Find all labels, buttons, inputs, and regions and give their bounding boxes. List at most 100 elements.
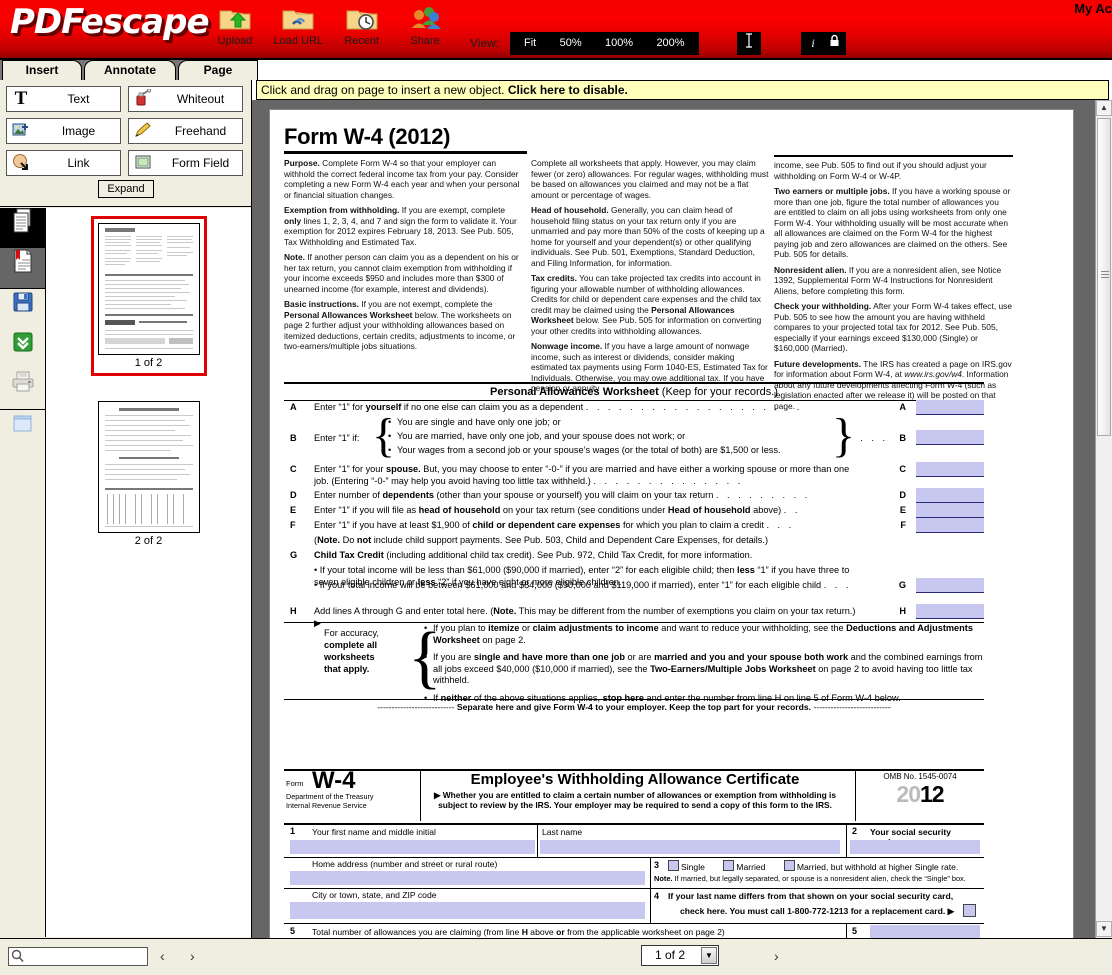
married-checkbox[interactable] <box>723 860 735 871</box>
worksheet-input[interactable] <box>916 518 984 533</box>
upload-button[interactable]: Upload <box>205 4 265 47</box>
thumbnail-item[interactable]: 2 of 2 <box>46 394 251 554</box>
top-toolbar: PDFescape Upload Load URL Recent Share V… <box>0 0 1112 60</box>
info-icon[interactable]: i <box>804 32 822 55</box>
thumbnail-caption-1: 1 of 2 <box>134 357 163 369</box>
name-differs-checkbox[interactable] <box>963 904 976 917</box>
chevron-down-icon[interactable]: ▼ <box>701 947 717 964</box>
ssn-input[interactable] <box>850 840 980 854</box>
city-label: City or town, state, and ZIP code <box>312 890 437 900</box>
year-prefix: 20 <box>896 781 921 807</box>
worksheet-input[interactable] <box>916 400 984 415</box>
expand-button[interactable]: Expand <box>98 180 154 198</box>
scroll-thumb[interactable] <box>1097 118 1111 436</box>
folder-link-icon <box>268 4 328 34</box>
married-higher-label: Married, but withhold at higher Single r… <box>796 862 959 872</box>
search-prev-button[interactable]: ‹ <box>160 948 165 964</box>
zoom-fit-button[interactable]: Fit <box>514 32 546 55</box>
accuracy-label: For accuracy, complete all worksheets that … <box>324 628 379 674</box>
page-selector[interactable]: 1 of 2 ▼ <box>641 945 719 966</box>
tab-annotate[interactable]: Annotate <box>84 60 176 80</box>
tab-page[interactable]: Page <box>178 60 258 80</box>
tab-insert[interactable]: Insert <box>2 60 82 80</box>
tool-form-field[interactable]: Form Field <box>128 150 243 176</box>
tool-text[interactable]: T Text <box>6 86 121 112</box>
next-page-button[interactable]: › <box>774 948 779 964</box>
pages-icon[interactable] <box>0 208 45 248</box>
paragraph: Check your withholding. After your Form … <box>774 301 1012 353</box>
worksheet-input[interactable] <box>916 462 984 477</box>
zoom-100-button[interactable]: 100% <box>595 32 643 55</box>
text-cursor-icon[interactable] <box>737 32 761 55</box>
recent-button[interactable]: Recent <box>332 4 392 47</box>
my-account-link[interactable]: My Ac <box>1074 1 1112 16</box>
line-4-text-1: If your last name differs from that show… <box>668 891 954 901</box>
allowances-input[interactable] <box>870 925 980 938</box>
accuracy-item: If you plan to itemize or claim adjustme… <box>424 623 984 646</box>
pencil-icon <box>132 121 154 141</box>
zoom-200-button[interactable]: 200% <box>646 32 694 55</box>
worksheet-input[interactable] <box>916 578 984 593</box>
row-letter-right: C <box>899 464 906 474</box>
bookmark-document-icon[interactable] <box>0 248 45 288</box>
tool-whiteout[interactable]: Whiteout <box>128 86 243 112</box>
link-hand-icon <box>10 153 32 173</box>
download-icon[interactable] <box>0 329 45 369</box>
load-url-label: Load URL <box>273 35 324 47</box>
app-logo: PDFescape <box>10 2 210 42</box>
zoom-50-button[interactable]: 50% <box>550 32 592 55</box>
page-thumbnails[interactable]: 1 of 2 2 of 2 <box>46 208 251 937</box>
form-word: Form <box>286 779 304 788</box>
worksheet-input[interactable] <box>916 488 984 503</box>
married-label: Married <box>736 862 766 872</box>
thumbnail-page-1[interactable]: 1 of 2 <box>90 216 207 376</box>
single-label: Single <box>681 862 705 872</box>
worksheet-rows: A Enter “1” for yourself if no one else c… <box>284 400 984 628</box>
worksheet-input[interactable] <box>916 503 984 518</box>
tool-whiteout-label: Whiteout <box>176 92 225 106</box>
worksheet-row: D Enter number of dependents (other than … <box>284 488 984 504</box>
row-letter: G <box>290 550 298 560</box>
share-button[interactable]: Share <box>395 4 455 47</box>
line-5-number: 5 <box>290 926 296 936</box>
row-text: Enter “1” for yourself if no one else ca… <box>314 402 803 412</box>
single-checkbox[interactable] <box>668 860 679 871</box>
home-address-input[interactable] <box>290 871 645 885</box>
worksheet-row: C Enter “1” for your spouse. But, you may… <box>284 462 984 489</box>
viewer-scrollbar[interactable]: ▲ ▼ <box>1095 100 1112 938</box>
lock-icon[interactable] <box>825 32 843 55</box>
notice-disable-link[interactable]: Click here to disable. <box>508 83 628 97</box>
line-2-number: 2 <box>852 826 858 836</box>
logo-pdf: PDF <box>10 2 82 42</box>
search-input[interactable] <box>27 948 149 967</box>
first-name-input[interactable] <box>290 840 535 854</box>
print-icon[interactable] <box>0 369 45 409</box>
search-next-button[interactable]: › <box>190 948 195 964</box>
thumbnail-item[interactable]: 1 of 2 <box>46 216 251 376</box>
dept-line-2: Internal Revenue Service <box>286 800 367 810</box>
city-input[interactable] <box>290 902 645 919</box>
home-address-label: Home address (number and street or rural… <box>312 859 498 869</box>
scroll-down-arrow[interactable]: ▼ <box>1096 921 1112 937</box>
upload-label: Upload <box>217 35 253 47</box>
thumbnail-page-2[interactable]: 2 of 2 <box>91 394 207 554</box>
insert-object-notice[interactable]: Click and drag on page to insert a new o… <box>256 80 1109 100</box>
married-higher-checkbox[interactable] <box>783 860 795 871</box>
window-icon[interactable] <box>0 410 45 450</box>
scroll-up-arrow[interactable]: ▲ <box>1096 100 1112 116</box>
logo-escape: escape <box>80 2 210 42</box>
form-title: Form W-4 (2012) <box>284 124 451 149</box>
instruction-column-3: income, see Pub. 505 to find out if you … <box>774 155 1013 416</box>
w4-certificate: Form W-4 Department of the Treasury Inte… <box>284 767 984 938</box>
tool-image[interactable]: Image <box>6 118 121 144</box>
row-letter: A <box>290 402 297 412</box>
last-name-input[interactable] <box>540 840 840 854</box>
tool-link[interactable]: Link <box>6 150 121 176</box>
worksheet-input[interactable] <box>916 604 984 619</box>
notice-text: Click and drag on page to insert a new o… <box>261 83 508 97</box>
save-floppy-icon[interactable] <box>0 289 45 329</box>
search-box[interactable] <box>8 947 149 967</box>
pdf-page[interactable]: Form W-4 (2012) Purpose. Complete Form W… <box>269 109 1074 938</box>
tool-freehand[interactable]: Freehand <box>128 118 243 144</box>
load-url-button[interactable]: Load URL <box>268 4 328 47</box>
